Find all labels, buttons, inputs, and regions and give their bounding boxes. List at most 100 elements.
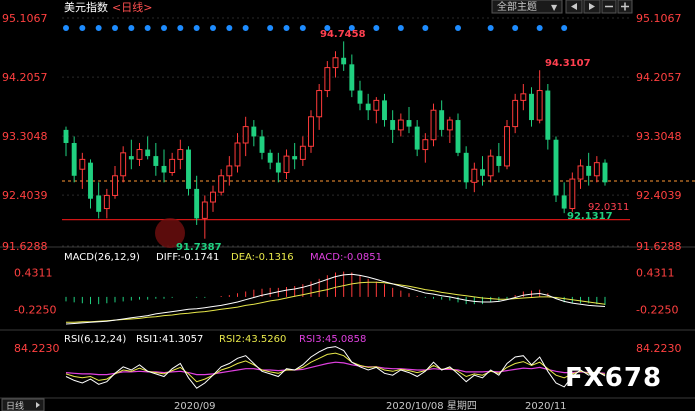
candle-body [341, 57, 347, 65]
x-tick-label: 2020/11 [525, 401, 567, 411]
y-tick-label-left: 93.3048 [2, 130, 48, 143]
theme-dropdown-label: 全部主题 [497, 0, 537, 13]
y-tick-label-right: 94.2057 [636, 71, 682, 84]
y-tick-label-left: 91.6288 [2, 240, 48, 253]
event-dot [210, 25, 216, 31]
candle-body [446, 119, 453, 131]
candle-body [210, 191, 216, 203]
candle-body [79, 158, 86, 170]
rsi-y-tick-left: 84.2230 [14, 342, 60, 355]
macd-diff-legend: DIFF:-0.1741 [156, 252, 219, 263]
chart-canvas: 美元指数 <日线> 全部主题 ▼ 95.1067 95.1067 94.2057 94… [0, 0, 695, 411]
rsi3-legend: RSI3:45.0858 [299, 334, 366, 345]
event-dot [128, 25, 135, 31]
candle-body [545, 90, 551, 140]
candle-body [357, 90, 363, 104]
candle-body [177, 149, 184, 160]
candle-body [496, 156, 502, 166]
annotation-high-2: 94.3107 [545, 58, 591, 69]
event-dot [226, 25, 233, 31]
x-tick-label: 2020/10/08 星期四 [386, 400, 477, 411]
rsi3-line [65, 361, 606, 376]
candle-body [136, 149, 143, 160]
candle-body [299, 145, 306, 160]
rsi1-legend: RSI1:41.3057 [136, 334, 203, 345]
candle-body [88, 162, 93, 199]
tab-daily[interactable]: 日线 [1, 398, 45, 411]
zoom-in-button[interactable] [617, 0, 633, 14]
period-label[interactable]: <日线> [112, 0, 152, 14]
macd-y-tick-left: 0.4311 [14, 267, 53, 280]
candle-body [593, 162, 600, 177]
event-dot [95, 25, 102, 31]
chevron-down-icon: ▼ [551, 3, 558, 12]
event-dot [242, 25, 249, 31]
candle-body [161, 165, 167, 173]
candle-body [577, 165, 584, 180]
macd-y-tick-right: -0.2250 [636, 304, 678, 317]
candle-body [103, 194, 110, 210]
theme-dropdown[interactable]: 全部主题 ▼ [491, 0, 563, 14]
y-tick-label-right: 91.6288 [636, 240, 682, 253]
tab-daily-label: 日线 [6, 400, 24, 411]
candle-body [283, 155, 290, 173]
event-dot [422, 25, 429, 31]
candle-body [382, 100, 387, 121]
rsi-y-tick-right: 84.2230 [636, 342, 682, 355]
candle-body [561, 195, 567, 209]
candle-body [414, 126, 420, 150]
event-dot [63, 25, 69, 31]
candle-body [186, 149, 191, 189]
y-tick-label-left: 92.4039 [2, 189, 48, 202]
candle-body [439, 110, 445, 130]
candle-body [536, 90, 543, 121]
macd-title: MACD(26,12,9) [64, 252, 140, 263]
rsi-title: RSI(6,12,24) [64, 334, 126, 345]
annotation-high-1: 94.7458 [320, 29, 366, 40]
prev-button[interactable] [565, 0, 583, 14]
candle-body [63, 129, 69, 143]
watermark-fx678: FX678 [565, 363, 662, 393]
event-dot [561, 25, 568, 31]
event-dot [193, 25, 200, 31]
candle-body [332, 57, 339, 69]
event-dot [161, 25, 167, 31]
grid [62, 17, 630, 247]
candle-body [602, 162, 608, 183]
candle-body [529, 93, 534, 121]
candle-body [251, 126, 257, 137]
candle-body [480, 169, 485, 176]
y-tick-label-right: 95.1067 [636, 12, 682, 25]
candle-body [96, 195, 102, 212]
candle-body [267, 152, 273, 163]
event-dot [373, 25, 380, 31]
candle-body [201, 201, 208, 219]
candle-body [242, 126, 249, 144]
candle-body [324, 67, 331, 92]
event-dot [112, 25, 118, 31]
candle-body [373, 99, 380, 111]
candle-body [365, 103, 371, 111]
y-tick-label-left: 94.2057 [2, 71, 48, 84]
rsi2-legend: RSI2:43.5260 [219, 334, 286, 345]
y-tick-label-left: 95.1067 [2, 12, 48, 25]
candle-body [430, 109, 437, 141]
macd-dea-legend: DEA:-0.1316 [231, 252, 294, 263]
candle-body [71, 142, 77, 176]
x-tick-label: 2020/09 [174, 401, 216, 411]
event-dot [487, 25, 494, 31]
candle-body [390, 120, 396, 130]
candle-body [422, 139, 429, 151]
candle-body [504, 126, 510, 167]
candle-body [226, 165, 233, 177]
zoom-out-button[interactable] [601, 0, 617, 14]
event-dot [79, 25, 86, 31]
event-dot [177, 25, 184, 31]
candle-body [455, 120, 461, 153]
next-button[interactable] [583, 0, 601, 14]
candle-body [553, 139, 559, 196]
candle-body [169, 158, 176, 173]
candle-body [397, 119, 404, 131]
candle-body [275, 162, 281, 173]
macd-y-tick-left: -0.2250 [14, 304, 56, 317]
